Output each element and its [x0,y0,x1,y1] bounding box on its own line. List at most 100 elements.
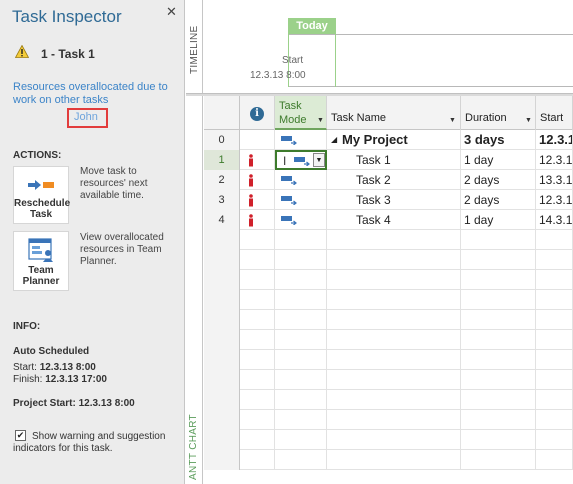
empty-cell[interactable] [461,330,536,350]
empty-row[interactable] [204,410,573,430]
empty-cell[interactable] [204,310,240,330]
empty-cell[interactable] [240,390,275,410]
empty-cell[interactable] [461,310,536,330]
empty-cell[interactable] [536,230,573,250]
empty-cell[interactable] [461,250,536,270]
empty-cell[interactable] [240,270,275,290]
empty-cell[interactable] [536,290,573,310]
start-cell[interactable]: 13.3.1 [536,170,573,190]
empty-cell[interactable] [327,370,461,390]
empty-cell[interactable] [275,390,327,410]
empty-cell[interactable] [327,290,461,310]
duration-column-header[interactable]: Duration ▼ [461,96,536,130]
empty-cell[interactable] [327,430,461,450]
task-name-cell[interactable]: Task 4 [327,210,461,230]
empty-cell[interactable] [327,250,461,270]
duration-cell[interactable]: 3 days [461,130,536,150]
empty-cell[interactable] [240,350,275,370]
empty-cell[interactable] [275,230,327,250]
empty-cell[interactable] [327,310,461,330]
row-id[interactable]: 3 [204,190,240,210]
empty-cell[interactable] [461,350,536,370]
overallocated-person-icon[interactable] [248,154,254,167]
empty-cell[interactable] [204,270,240,290]
close-icon[interactable]: ✕ [166,4,177,20]
overallocated-person-icon[interactable] [248,174,254,187]
empty-cell[interactable] [204,430,240,450]
empty-cell[interactable] [461,410,536,430]
empty-cell[interactable] [240,310,275,330]
task-mode-cell[interactable] [275,210,327,230]
empty-cell[interactable] [461,430,536,450]
empty-cell[interactable] [240,250,275,270]
empty-cell[interactable] [327,410,461,430]
task-name-cell[interactable]: Task 2 [327,170,461,190]
show-warning-checkbox[interactable]: ✔ [15,430,26,441]
task-mode-cell[interactable] [275,130,327,150]
task-mode-cell[interactable] [275,190,327,210]
empty-cell[interactable] [240,330,275,350]
empty-row[interactable] [204,250,573,270]
chevron-down-icon[interactable]: ▼ [525,117,532,124]
timeline-view[interactable]: Today Start 12.3.13 8:00 [204,0,573,93]
empty-cell[interactable] [240,430,275,450]
task-name-column-header[interactable]: Task Name ▼ [327,96,461,130]
empty-row[interactable] [204,390,573,410]
empty-cell[interactable] [275,410,327,430]
empty-row[interactable] [204,230,573,250]
select-all-corner[interactable] [204,96,240,130]
start-cell[interactable]: 12.3.1 [536,150,573,170]
empty-row[interactable] [204,350,573,370]
empty-cell[interactable] [275,450,327,470]
chevron-down-icon[interactable]: ▼ [449,117,456,124]
empty-row[interactable] [204,370,573,390]
empty-cell[interactable] [204,350,240,370]
timeline-bar[interactable] [288,34,573,87]
empty-cell[interactable] [204,450,240,470]
empty-cell[interactable] [461,450,536,470]
empty-cell[interactable] [327,230,461,250]
empty-cell[interactable] [204,290,240,310]
table-row[interactable]: 2 Task 2 2 days 13.3.1 [204,170,573,190]
empty-cell[interactable] [536,370,573,390]
task-name-cell[interactable]: Task 1 [327,150,461,170]
empty-cell[interactable] [536,390,573,410]
duration-cell[interactable]: 2 days [461,170,536,190]
empty-cell[interactable] [275,370,327,390]
empty-cell[interactable] [536,350,573,370]
empty-cell[interactable] [327,270,461,290]
reschedule-task-button[interactable]: Reschedule Task [13,166,70,224]
empty-row[interactable] [204,290,573,310]
empty-cell[interactable] [275,250,327,270]
task-mode-cell[interactable] [275,170,327,190]
collapse-triangle-icon[interactable]: ◢ [331,130,337,150]
empty-cell[interactable] [204,390,240,410]
chevron-down-icon[interactable]: ▼ [317,117,324,124]
empty-cell[interactable] [327,390,461,410]
empty-cell[interactable] [536,410,573,430]
task-mode-column-header[interactable]: Task Mode ▼ [275,96,327,130]
task-name-cell[interactable]: ◢ My Project [327,130,461,150]
empty-cell[interactable] [461,230,536,250]
table-row[interactable]: 4 Task 4 1 day 14.3.1 [204,210,573,230]
empty-cell[interactable] [204,410,240,430]
duration-cell[interactable]: 1 day [461,210,536,230]
table-row[interactable]: 1 I ▼ Task 1 1 day 12.3.1 [204,150,573,170]
start-cell[interactable]: 14.3.1 [536,210,573,230]
empty-cell[interactable] [536,250,573,270]
indicators-column-header[interactable]: i [240,96,275,130]
empty-cell[interactable] [536,450,573,470]
empty-cell[interactable] [204,250,240,270]
empty-cell[interactable] [275,290,327,310]
empty-cell[interactable] [327,330,461,350]
empty-row[interactable] [204,450,573,470]
empty-cell[interactable] [240,230,275,250]
empty-cell[interactable] [204,230,240,250]
empty-cell[interactable] [536,270,573,290]
empty-row[interactable] [204,270,573,290]
empty-cell[interactable] [204,330,240,350]
start-cell[interactable]: 12.3.1 [536,190,573,210]
empty-cell[interactable] [536,330,573,350]
empty-row[interactable] [204,430,573,450]
empty-cell[interactable] [275,350,327,370]
